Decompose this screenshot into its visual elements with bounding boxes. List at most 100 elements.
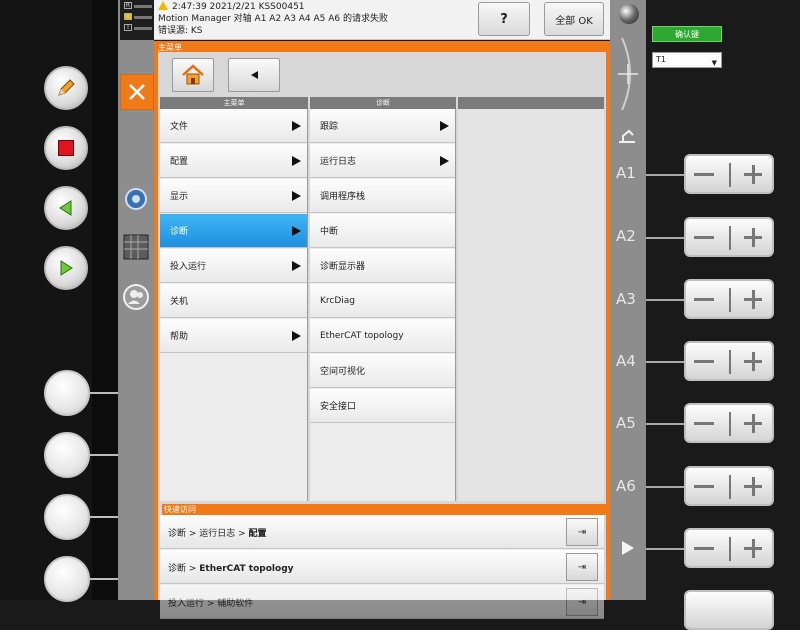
message-line-3: 错误源: KS [158,26,203,36]
scroll-down-arrow-icon[interactable] [620,540,636,556]
axis-label-a5: A5 [616,414,636,432]
submenu-arrow-icon [292,156,301,166]
menu-item-logbook[interactable]: 运行日志 [310,144,455,178]
stop-button[interactable] [44,126,88,170]
message-line-1: 2:47:39 2021/2/21 KSS00451 [172,2,305,12]
menu-item-configuration[interactable]: 配置 [160,144,307,178]
menu-item-label: 显示 [170,192,189,202]
backward-button[interactable] [44,186,88,230]
minus-icon [694,422,714,425]
robot-tool-button[interactable] [121,184,151,214]
menu-item-label: 跟踪 [320,122,339,132]
user-group-button[interactable] [121,282,151,312]
menu-item-label: 中断 [320,227,339,237]
jog-mode-icon [618,37,638,111]
quick-access-path-prefix: 诊断 > [168,564,200,574]
menu-item-diagnosis[interactable]: 诊断 [160,214,307,248]
soft-key-2[interactable] [44,432,90,478]
quick-access-item[interactable]: 诊断 > EtherCAT topology ⇥ [160,550,604,584]
soft-key-2-line [90,454,120,456]
message-bar: 2:47:39 2021/2/21 KSS00451 Motion Manage… [154,0,610,40]
menu-item-interrupts[interactable]: 中断 [310,214,455,248]
pin-button[interactable]: ⇥ [566,518,598,546]
axis-label-a6: A6 [616,477,636,495]
pin-button[interactable]: ⇥ [566,553,598,581]
menu-item-commissioning[interactable]: 投入运行 [160,249,307,283]
operating-mode-value: T1 [656,55,666,64]
menu-item-label: EtherCAT topology [320,330,404,341]
program-view-button[interactable] [121,232,151,262]
pin-icon: ⇥ [577,526,587,538]
forward-button[interactable] [44,246,88,290]
status-bar-2 [134,16,152,19]
plus-icon-vertical [752,228,755,247]
column-header-main: 主菜单 [160,97,308,109]
help-button[interactable]: ? [478,2,530,36]
jog-divider [729,226,731,250]
submenu-arrow-icon [292,191,301,201]
jog-key-8[interactable] [684,590,774,630]
frame-edge [92,0,118,600]
soft-key-4-line [90,578,120,580]
soft-key-4[interactable] [44,556,90,602]
minus-icon [694,298,714,301]
jog-key-a2[interactable] [684,217,774,257]
close-icon [129,84,145,100]
operating-mode-select[interactable]: T1 ▼ [652,52,722,68]
jog-divider [729,350,731,374]
plus-icon-vertical [752,352,755,371]
menu-item-safety-interface[interactable]: 安全接口 [310,389,455,423]
status-indicator-2: I [124,13,132,20]
quick-access-item[interactable]: 诊断 > 运行日志 > 配置 ⇥ [160,515,604,549]
menu-item-diagnostic-monitor[interactable]: 诊断显示器 [310,249,455,283]
menu-item-label: 安全接口 [320,402,357,412]
jog-key-a4[interactable] [684,341,774,381]
chevron-down-icon: ▼ [711,59,717,67]
menu-item-display[interactable]: 显示 [160,179,307,213]
menu-item-file[interactable]: 文件 [160,109,307,143]
edit-pencil-button[interactable] [44,66,88,110]
menu-item-help[interactable]: 帮助 [160,319,307,353]
menu-item-label: 配置 [170,157,189,167]
menu-item-trace[interactable]: 跟踪 [310,109,455,143]
grid-program-icon [123,234,149,260]
jog-line-a3 [646,299,686,301]
menu-item-space-visualization[interactable]: 空间可视化 [310,354,455,388]
pin-icon: ⇥ [577,561,587,573]
jog-divider [729,412,731,436]
status-bar-1 [134,5,152,8]
menu-item-ethercat-topology[interactable]: EtherCAT topology [310,319,455,353]
confirm-button[interactable]: 确认键 [652,26,722,42]
menu-item-label: 调用程序栈 [320,192,366,202]
jog-key-a5[interactable] [684,403,774,443]
menu-item-call-stack[interactable]: 调用程序栈 [310,179,455,213]
soft-key-1[interactable] [44,370,90,416]
jog-key-7[interactable] [684,528,774,568]
home-button[interactable] [172,58,214,92]
minus-icon [694,360,714,363]
jog-line-a6 [646,486,686,488]
menu-item-shutdown[interactable]: 关机 [160,284,307,318]
jog-key-a1[interactable] [684,154,774,194]
quick-access-path-leaf: EtherCAT topology [199,564,294,574]
jog-line-a2 [646,237,686,239]
menu-item-krcdiag[interactable]: KrcDiag [310,284,455,318]
menu-item-label: 文件 [170,122,189,132]
main-menu-window: 主菜单 主菜单 诊断 文件 配置 显示 诊断 投入运行 关机 帮助 跟踪 运行日… [154,41,610,619]
message-line-2: Motion Manager 对轴 A1 A2 A3 A4 A5 A6 的请求失… [158,14,389,24]
axis-label-a1: A1 [616,164,636,182]
message-text: 2:47:39 2021/2/21 KSS00451 Motion Manage… [158,1,388,37]
soft-key-3[interactable] [44,494,90,540]
quick-access-item[interactable]: 投入运行 > 辅助软件 ⇥ [160,585,604,619]
minus-icon [694,173,714,176]
back-arrow-icon [251,71,258,79]
jog-key-a3[interactable] [684,279,774,319]
jog-key-a6[interactable] [684,466,774,506]
acknowledge-all-button[interactable]: 全部 OK [544,2,604,36]
back-button[interactable] [228,58,280,92]
jog-divider [729,288,731,312]
close-menu-button[interactable] [120,74,154,110]
pin-button[interactable]: ⇥ [566,588,598,616]
jog-line-7 [646,548,686,550]
play-forward-icon [60,260,73,276]
